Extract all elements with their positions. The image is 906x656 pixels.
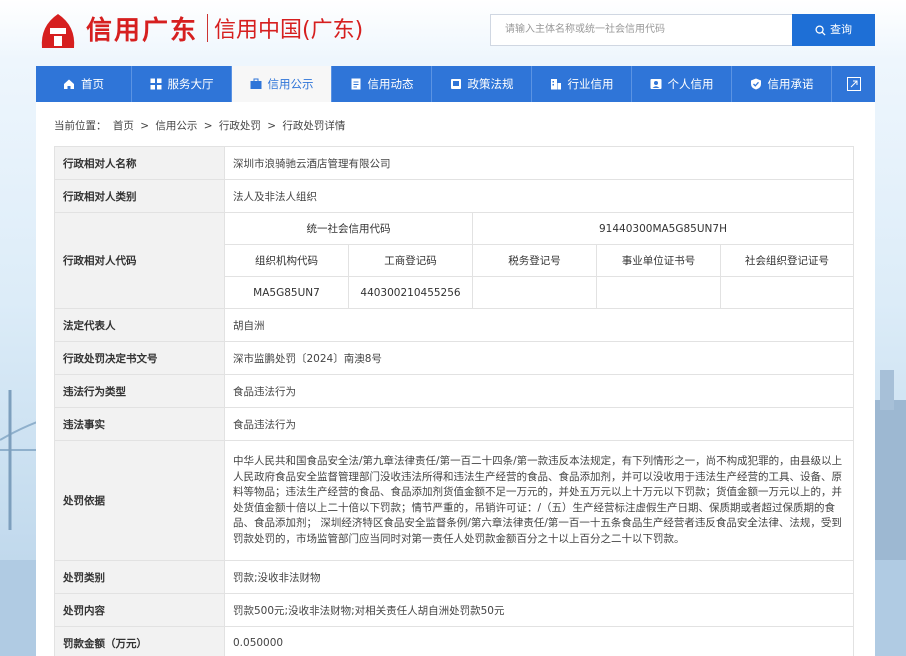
nav-label: 个人信用 [667,77,714,91]
usc-label: 统一社会信用代码 [224,212,473,245]
nav-item-home[interactable]: 首页 [36,66,132,102]
breadcrumb-separator: > [267,120,276,132]
nav-item-credit-disclosure[interactable]: 信用公示 [232,66,332,102]
field-label: 行政处罚决定书文号 [54,341,225,375]
sub-value [472,276,597,309]
search-icon [815,24,826,36]
sub-header: 社会组织登记证号 [720,244,854,277]
field-value: 罚款500元;没收非法财物;对相关责任人胡自洲处罚款50元 [224,593,854,627]
sub-value: 440300210455256 [348,276,473,309]
field-label: 处罚依据 [54,440,225,561]
fullscreen-button[interactable] [832,66,875,102]
field-label: 违法行为类型 [54,374,225,408]
breadcrumb-item-disclosure[interactable]: 信用公示 [155,120,197,132]
home-icon [64,79,74,89]
sub-header: 组织机构代码 [224,244,349,277]
breadcrumb-separator: > [140,120,149,132]
search-button-label: 查询 [830,23,852,36]
search-input[interactable]: 请输入主体名称或统一社会信用代码 [490,14,792,46]
nav-label: 首页 [81,77,104,91]
table-row: 违法事实 食品违法行为 [54,407,854,441]
sub-value [596,276,721,309]
field-value: 法人及非法人组织 [224,179,854,213]
fullscreen-icon [846,77,861,91]
table-row: 行政处罚决定书文号 深市监鹏处罚〔2024〕南澳8号 [54,341,854,375]
briefcase-icon [250,78,261,89]
logo-separator [207,14,208,42]
penalty-detail-table: 行政相对人名称 深圳市浪骑驰云酒店管理有限公司 行政相对人类别 法人及非法人组织… [54,146,854,656]
field-value: 食品违法行为 [224,407,854,441]
table-row: 处罚内容 罚款500元;没收非法财物;对相关责任人胡自洲处罚款50元 [54,593,854,627]
table-row: 行政相对人代码 统一社会信用代码 91440300MA5G85UN7H [54,212,854,309]
breadcrumb-separator: > [203,120,213,132]
main-nav: 首页 服务大厅 信用公示 信用动态 政策法规 行业信用 个人信用 信用承诺 [36,66,875,102]
breadcrumb-item-home[interactable]: 首页 [113,120,134,132]
grid-icon [150,78,161,90]
nav-item-industry-credit[interactable]: 行业信用 [532,66,632,102]
nav-item-personal-credit[interactable]: 个人信用 [632,66,732,102]
nav-label: 信用动态 [367,77,414,91]
building-icon [550,79,561,90]
sub-header: 工商登记码 [348,244,473,277]
field-value: 胡自洲 [224,308,854,342]
field-label: 违法事实 [54,407,225,441]
logo-text: 信用广东 [86,16,199,46]
field-value: 深圳市浪骑驰云酒店管理有限公司 [224,146,854,180]
field-value: 0.050000 [224,626,854,656]
person-card-icon [650,79,661,89]
table-row: 法定代表人 胡自洲 [54,308,854,342]
logo-subtitle: 信用中国(广东) [214,18,364,43]
nav-label: 行业信用 [567,77,614,91]
field-label: 行政相对人代码 [54,212,225,309]
sub-value [720,276,854,309]
usc-value: 91440300MA5G85UN7H [472,212,854,245]
nav-item-credit-news[interactable]: 信用动态 [332,66,432,102]
nav-label: 信用公示 [267,77,314,91]
field-label: 处罚类别 [54,560,225,594]
nav-label: 信用承诺 [767,77,814,91]
table-row: 处罚依据 中华人民共和国食品安全法/第九章法律责任/第一百二十四条/第一款违反本… [54,440,854,561]
breadcrumb-item-penalty[interactable]: 行政处罚 [219,120,261,132]
table-row: 违法行为类型 食品违法行为 [54,374,854,408]
table-row: 行政相对人名称 深圳市浪骑驰云酒店管理有限公司 [54,146,854,180]
book-icon [450,79,461,89]
nav-item-service-hall[interactable]: 服务大厅 [132,66,232,102]
sub-value: MA5G85UN7 [224,276,349,309]
sub-header: 税务登记号 [472,244,597,277]
table-row: 处罚类别 罚款;没收非法财物 [54,560,854,594]
breadcrumb: 当前位置： 首页 > 信用公示 > 行政处罚 > 行政处罚详情 [54,118,348,133]
field-label: 行政相对人类别 [54,179,225,213]
field-label: 行政相对人名称 [54,146,225,180]
field-value: 食品违法行为 [224,374,854,408]
search-button[interactable]: 查询 [792,14,875,46]
detail-panel: 当前位置： 首页 > 信用公示 > 行政处罚 > 行政处罚详情 行政相对人名称 … [36,102,875,656]
nav-label: 政策法规 [467,77,514,91]
field-label: 处罚内容 [54,593,225,627]
nav-label: 服务大厅 [167,77,214,91]
site-header: 信用广东 信用中国(广东) 请输入主体名称或统一社会信用代码 查询 [0,0,906,62]
logo-icon [41,14,75,48]
field-label: 罚款金额（万元） [54,626,225,656]
field-value: 中华人民共和国食品安全法/第九章法律责任/第一百二十四条/第一款违反本法规定，有… [224,440,854,561]
table-row: 行政相对人类别 法人及非法人组织 [54,179,854,213]
field-value: 罚款;没收非法财物 [224,560,854,594]
sub-header: 事业单位证书号 [596,244,721,277]
breadcrumb-prefix: 当前位置： [54,120,107,132]
field-value: 深市监鹏处罚〔2024〕南澳8号 [224,341,854,375]
document-icon [351,78,360,90]
nav-item-policies[interactable]: 政策法规 [432,66,532,102]
nav-item-credit-commitment[interactable]: 信用承诺 [732,66,832,102]
field-label: 法定代表人 [54,308,225,342]
shield-icon [750,78,761,90]
table-row: 罚款金额（万元） 0.050000 [54,626,854,656]
breadcrumb-item-current: 行政处罚详情 [282,120,346,132]
